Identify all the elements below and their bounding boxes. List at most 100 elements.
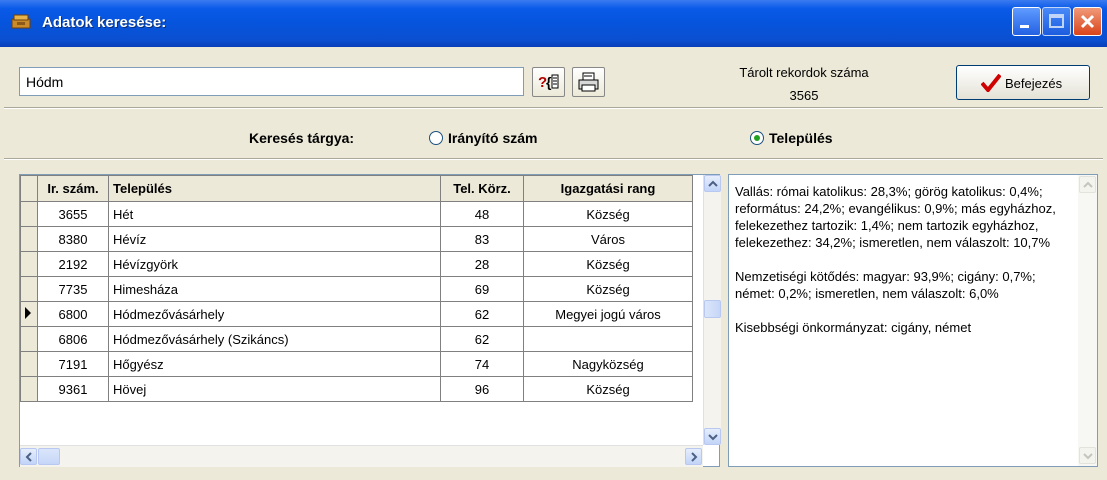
scroll-down-button[interactable] (704, 428, 721, 445)
cell-zip: 3655 (37, 201, 109, 227)
print-button[interactable] (572, 67, 605, 97)
finish-label: Befejezés (1005, 76, 1063, 91)
cell-area: 28 (440, 251, 524, 277)
details-memo[interactable]: Vallás: római katolikus: 28,3%; görög ka… (728, 174, 1098, 467)
horizontal-scrollbar[interactable] (20, 445, 703, 467)
printer-icon (578, 72, 599, 92)
row-indicator (20, 376, 38, 402)
row-indicator (20, 201, 38, 227)
help-question-icon: ? { (538, 74, 559, 91)
settlements-grid[interactable]: Ir. szám. Település Tel. Körz. Igazgatás… (19, 174, 721, 467)
cell-area: 96 (440, 376, 524, 402)
record-count: 3565 (789, 88, 819, 103)
cell-rank: Község (523, 201, 693, 227)
current-row-arrow-icon (25, 306, 31, 319)
minimize-icon (1020, 25, 1029, 28)
radio-circle (750, 131, 764, 145)
table-row[interactable]: 7191 Hőgyész 74 Nagyközség (20, 351, 693, 377)
radio-settlement-label: Település (769, 130, 833, 146)
record-count-label: Tárolt rekordok száma (739, 65, 869, 80)
cell-zip: 6800 (37, 301, 109, 327)
checkmark-icon (981, 74, 1001, 92)
cell-zip: 7735 (37, 276, 109, 302)
cell-settlement: Himesháza (108, 276, 441, 302)
table-row[interactable]: 6806 Hódmezővásárhely (Szikáncs) 62 (20, 326, 693, 352)
settlements-table: Ir. szám. Település Tel. Körz. Igazgatás… (20, 175, 693, 402)
app-icon (11, 14, 31, 29)
cell-settlement: Hévíz (108, 226, 441, 252)
memo-scroll-up-button[interactable] (1079, 176, 1096, 193)
close-icon (1080, 14, 1095, 29)
scroll-up-button[interactable] (704, 175, 721, 192)
chevron-right-icon (691, 452, 698, 462)
row-indicator (20, 276, 38, 302)
maximize-button[interactable] (1042, 7, 1071, 36)
cell-zip: 6806 (37, 326, 109, 352)
minimize-button[interactable] (1012, 7, 1041, 36)
cell-zip: 9361 (37, 376, 109, 402)
divider (4, 158, 1103, 160)
cell-settlement: Hövej (108, 376, 441, 402)
finish-button[interactable]: Befejezés (956, 65, 1090, 100)
search-input[interactable] (19, 67, 524, 96)
table-row[interactable]: 7735 Himesháza 69 Község (20, 276, 693, 302)
cell-rank: Megyei jogú város (523, 301, 693, 327)
cell-zip: 8380 (37, 226, 109, 252)
divider (4, 107, 1103, 109)
column-header-area[interactable]: Tel. Körz. (440, 175, 524, 202)
window-title: Adatok keresése: (42, 14, 167, 31)
cell-area: 62 (440, 301, 524, 327)
row-indicator (20, 351, 38, 377)
cell-area: 62 (440, 326, 524, 352)
scroll-left-button[interactable] (20, 448, 37, 465)
radio-selected-dot (754, 135, 760, 141)
chevron-left-icon (25, 452, 32, 462)
row-indicator (20, 226, 38, 252)
cell-settlement: Hét (108, 201, 441, 227)
table-row[interactable]: 2192 Hévízgyörk 28 Község (20, 251, 693, 277)
table-row[interactable]: 6800 Hódmezővásárhely 62 Megyei jogú város (20, 301, 693, 327)
details-text: Vallás: római katolikus: 28,3%; görög ka… (735, 184, 1056, 335)
help-button[interactable]: ? { (532, 67, 565, 97)
chevron-down-icon (708, 434, 718, 441)
cell-zip: 7191 (37, 351, 109, 377)
title-bar[interactable]: Adatok keresése: (0, 0, 1107, 47)
chevron-down-icon (1083, 453, 1093, 460)
column-header-rank[interactable]: Igazgatási rang (523, 175, 693, 202)
table-row[interactable]: 9361 Hövej 96 Község (20, 376, 693, 402)
cell-area: 83 (440, 226, 524, 252)
chevron-up-icon (1083, 181, 1093, 188)
cell-area: 69 (440, 276, 524, 302)
row-indicator (20, 251, 38, 277)
table-header-row: Ir. szám. Település Tel. Körz. Igazgatás… (20, 175, 693, 202)
close-button[interactable] (1073, 7, 1102, 36)
radio-circle (429, 131, 443, 145)
cell-settlement: Hódmezővásárhely (Szikáncs) (108, 326, 441, 352)
horizontal-scroll-thumb[interactable] (38, 448, 60, 465)
cell-rank: Község (523, 251, 693, 277)
search-window: Adatok keresése: ? { (0, 0, 1107, 480)
vertical-scroll-thumb[interactable] (704, 300, 721, 318)
column-header-zip[interactable]: Ir. szám. (37, 175, 109, 202)
row-indicator (20, 301, 38, 327)
memo-scroll-down-button[interactable] (1079, 447, 1096, 464)
cell-settlement: Hódmezővásárhely (108, 301, 441, 327)
client-area: ? { Tárolt rekordok száma 3565 Befejezés… (4, 47, 1103, 476)
cell-rank: Község (523, 376, 693, 402)
search-subject-label: Keresés tárgya: (249, 130, 355, 146)
cell-rank: Város (523, 226, 693, 252)
column-header-settlement[interactable]: Település (108, 175, 441, 202)
table-row[interactable]: 3655 Hét 48 Község (20, 201, 693, 227)
svg-text:{: { (546, 74, 552, 90)
memo-scrollbar[interactable] (1078, 175, 1097, 466)
chevron-up-icon (708, 180, 718, 187)
table-row[interactable]: 8380 Hévíz 83 Város (20, 226, 693, 252)
scroll-right-button[interactable] (685, 448, 702, 465)
vertical-scrollbar[interactable] (703, 175, 721, 445)
cell-settlement: Hőgyész (108, 351, 441, 377)
cell-rank: Község (523, 276, 693, 302)
cell-rank (523, 326, 693, 352)
maximize-icon (1049, 14, 1064, 28)
cell-rank: Nagyközség (523, 351, 693, 377)
cell-settlement: Hévízgyörk (108, 251, 441, 277)
